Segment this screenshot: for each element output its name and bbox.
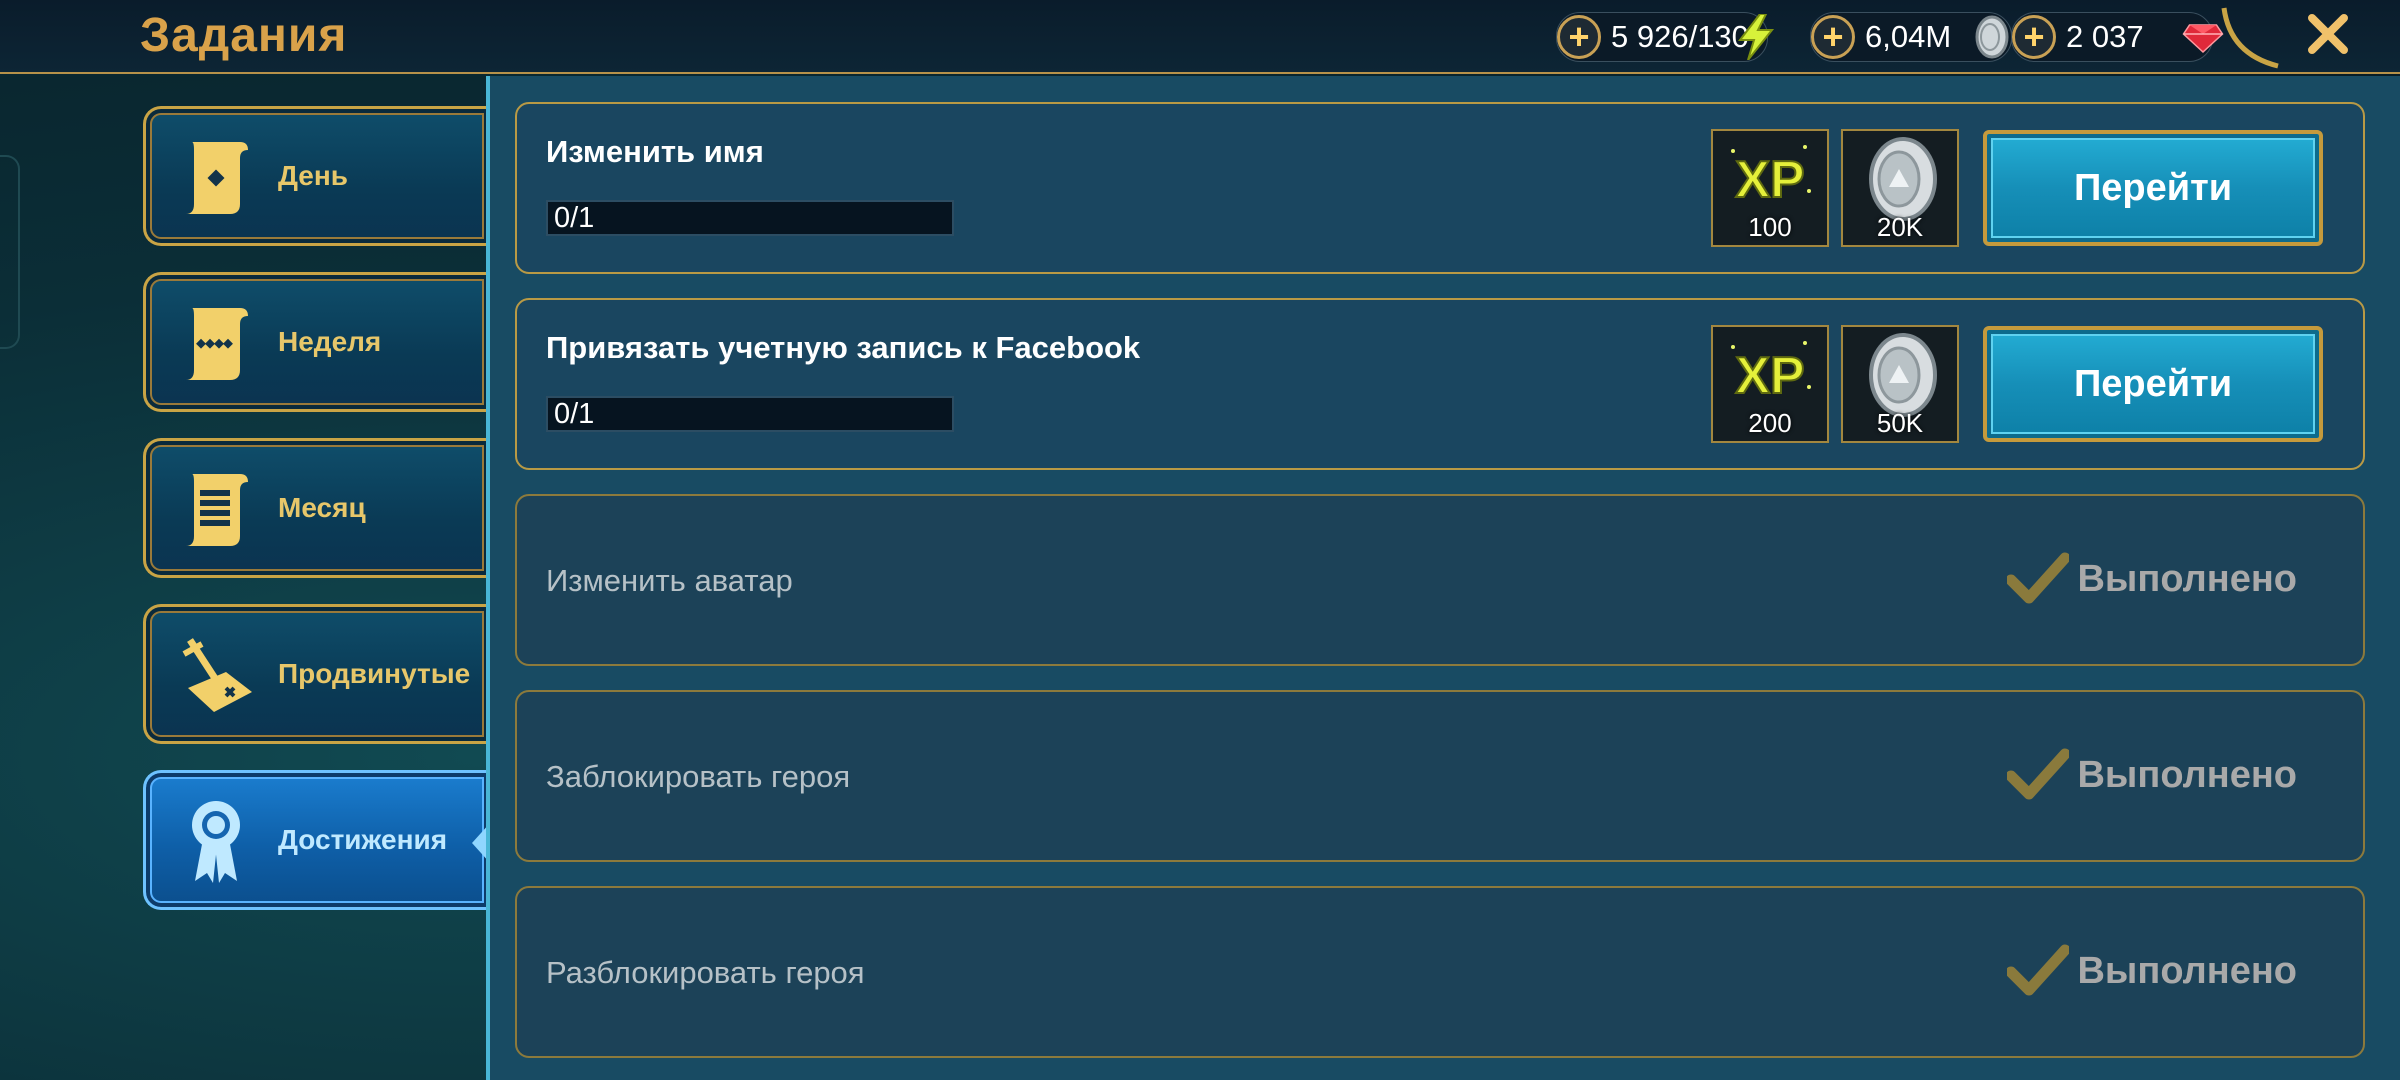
checkmark-icon [2007, 748, 2070, 800]
tab-day[interactable]: День [143, 106, 488, 246]
tab-week[interactable]: Неделя [143, 272, 488, 412]
quest-card: Привязать учетную запись к Facebook 0/1 … [515, 298, 2365, 470]
gem-value: 2 037 [2066, 19, 2144, 54]
completed-text: Выполнено [2077, 557, 2297, 600]
quest-progress-bar: 0/1 [546, 396, 954, 432]
side-edge-decoration [0, 155, 20, 349]
sword-map-icon [176, 629, 256, 719]
top-bar: Задания + 5 926/130 + 6,04M + 2 037 [0, 0, 2400, 74]
reward-value: 100 [1748, 212, 1792, 242]
quest-card-completed: Заблокировать героя Выполнено [515, 690, 2365, 862]
xp-icon: XP [1731, 145, 1811, 210]
silver-reward[interactable]: 50K [1841, 325, 1959, 443]
completed-text: Выполнено [2077, 949, 2297, 992]
quest-card-completed: Разблокировать героя Выполнено [515, 886, 2365, 1058]
go-button[interactable]: Перейти [1983, 326, 2323, 442]
close-icon [2308, 14, 2348, 54]
completed-text: Выполнено [2077, 753, 2297, 796]
tab-month[interactable]: Месяц [143, 438, 488, 578]
corner-ornament [2220, 4, 2280, 70]
silver-coin-icon [1969, 15, 2011, 59]
energy-icon [1735, 14, 1777, 60]
progress-text: 0/1 [554, 398, 595, 430]
tab-advanced-label: Продвинутые [278, 658, 471, 689]
tab-week-label: Неделя [278, 326, 382, 357]
svg-text:XP: XP [1735, 347, 1804, 405]
quest-title: Заблокировать героя [546, 759, 851, 794]
tab-month-label: Месяц [278, 492, 366, 523]
page-title: Задания [140, 9, 348, 62]
silver-reward[interactable]: 20K [1841, 129, 1959, 247]
checkmark-icon [2007, 552, 2070, 604]
quest-title: Изменить аватар [546, 563, 793, 598]
completed-status: Выполнено [2007, 944, 2297, 998]
energy-counter[interactable]: + 5 926/130 [1556, 12, 1775, 62]
reward-value: 200 [1748, 408, 1792, 438]
tab-achievements[interactable]: Достижения [143, 770, 490, 910]
go-button[interactable]: Перейти [1983, 130, 2323, 246]
quest-progress-bar: 0/1 [546, 200, 954, 236]
quest-title: Изменить имя [546, 134, 764, 169]
ruby-gem-icon [2182, 15, 2224, 59]
xp-reward[interactable]: XP 100 [1711, 129, 1829, 247]
tab-achievements-label: Достижения [278, 824, 448, 855]
quest-card: Изменить имя 0/1 XP 100 20K Перейти [515, 102, 2365, 274]
scroll-icon [176, 297, 256, 387]
add-silver-button[interactable]: + [1811, 15, 1855, 59]
medal-icon [176, 795, 256, 885]
quest-card-completed: Изменить аватар Выполнено [515, 494, 2365, 666]
completed-status: Выполнено [2007, 748, 2297, 802]
silver-counter[interactable]: + 6,04M [1810, 12, 2012, 62]
quest-title: Привязать учетную запись к Facebook [546, 330, 1141, 365]
tab-day-label: День [278, 160, 348, 191]
gem-counter[interactable]: + 2 037 [2011, 12, 2224, 62]
reward-value: 50K [1876, 408, 1924, 438]
completed-status: Выполнено [2007, 552, 2297, 606]
silver-value: 6,04M [1865, 19, 1952, 54]
tab-advanced[interactable]: Продвинутые [143, 604, 488, 744]
quest-title: Разблокировать героя [546, 955, 865, 990]
scroll-icon [176, 463, 256, 553]
progress-text: 0/1 [554, 202, 595, 234]
add-gems-button[interactable]: + [2012, 15, 2056, 59]
xp-reward[interactable]: XP 200 [1711, 325, 1829, 443]
checkmark-icon [2007, 944, 2070, 996]
xp-icon: XP [1731, 341, 1811, 406]
reward-value: 20K [1876, 212, 1924, 242]
add-energy-button[interactable]: + [1557, 15, 1601, 59]
close-button[interactable] [2298, 4, 2358, 64]
svg-text:XP: XP [1735, 151, 1804, 209]
scroll-icon [176, 131, 256, 221]
